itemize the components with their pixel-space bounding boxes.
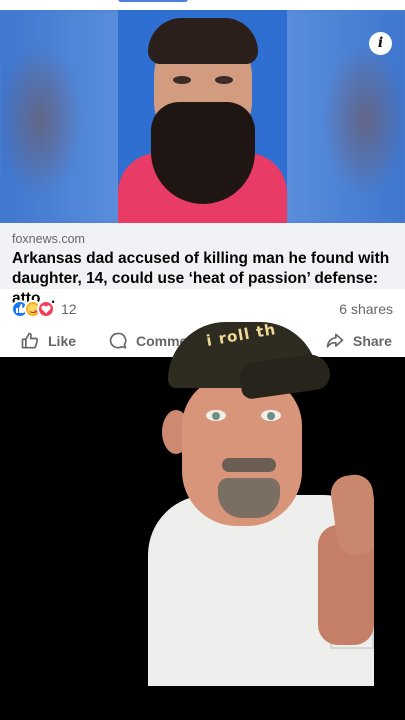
- reaction-video-overlay[interactable]: i roll th: [148, 310, 374, 686]
- link-preview-meta[interactable]: foxnews.com Arkansas dad accused of kill…: [0, 223, 405, 307]
- truncated-link-text[interactable]: [118, 0, 188, 2]
- post-top-edge: [0, 0, 405, 10]
- like-label: Like: [48, 333, 77, 349]
- mugshot-photo: [118, 10, 287, 223]
- info-icon[interactable]: i: [369, 32, 392, 55]
- reaction-count[interactable]: 12: [61, 301, 77, 317]
- link-preview-image[interactable]: i: [0, 10, 405, 223]
- thumbs-up-icon: [21, 332, 39, 349]
- comment-bubble-icon: [109, 332, 127, 349]
- like-button[interactable]: Like: [20, 330, 76, 352]
- link-domain: foxnews.com: [12, 232, 85, 246]
- facebook-post-card: i foxnews.com Arkansas dad accused of ki…: [0, 0, 405, 357]
- love-reaction-icon: [37, 300, 55, 318]
